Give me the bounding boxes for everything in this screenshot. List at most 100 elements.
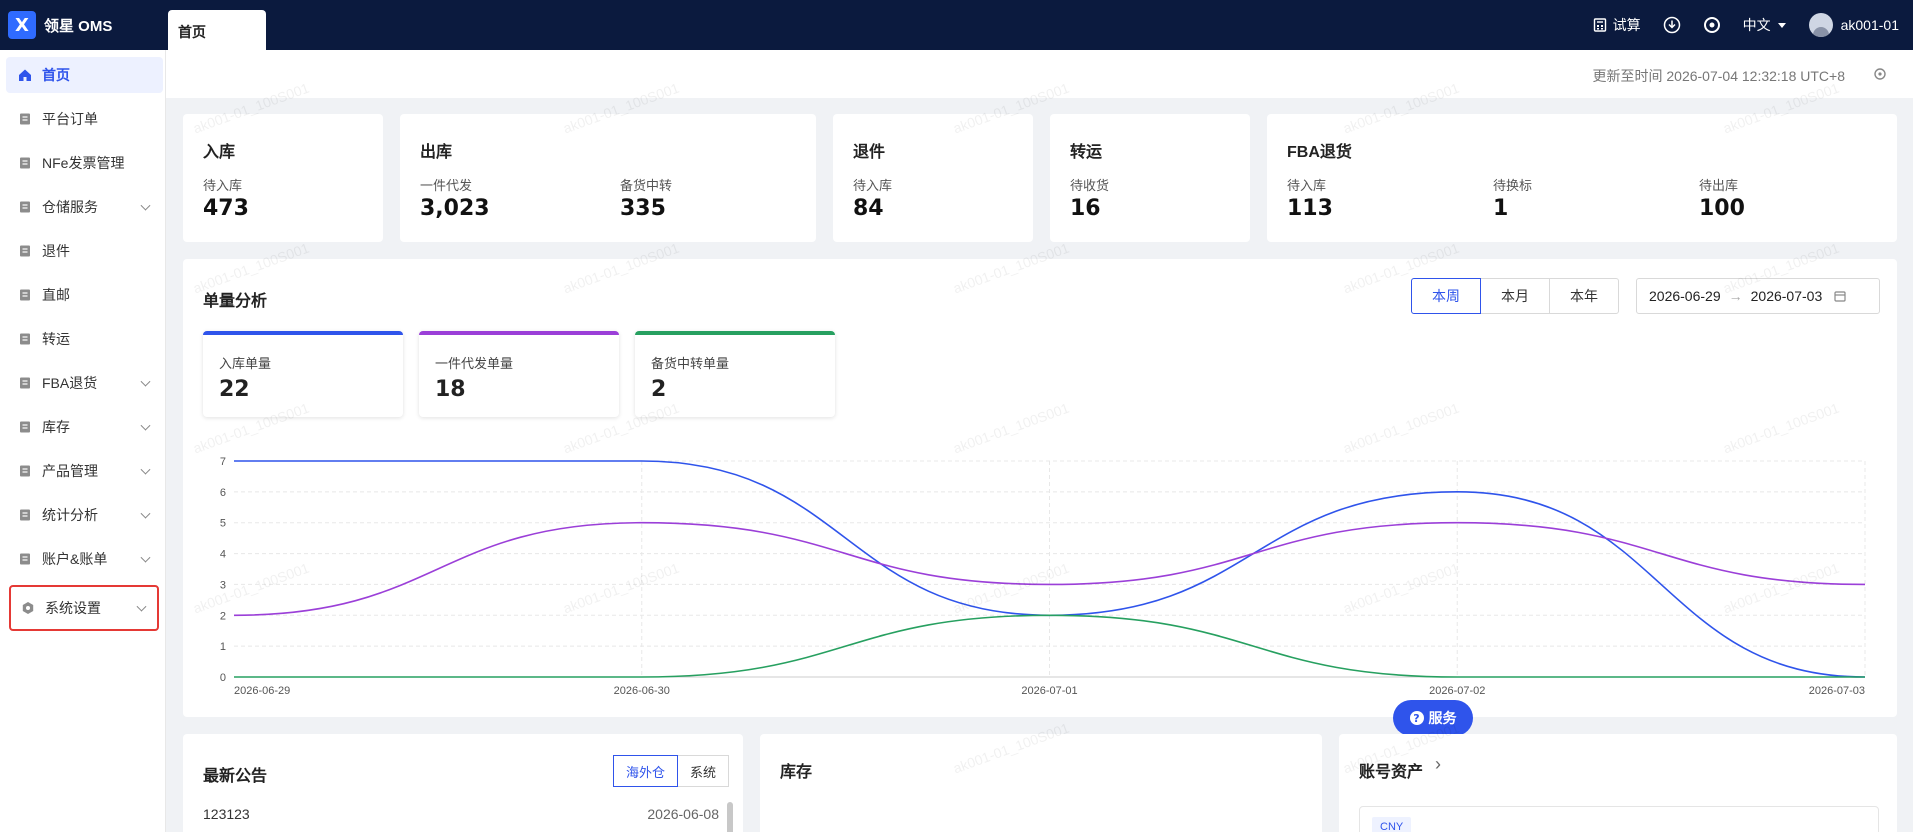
chevron-down-icon bbox=[140, 420, 151, 431]
metric-value: 2 bbox=[651, 377, 667, 402]
sidebar-item-2[interactable]: NFe发票管理 bbox=[6, 145, 163, 181]
sidebar-item-8[interactable]: 库存 bbox=[6, 409, 163, 445]
x-tick-label: 2026-07-01 bbox=[1021, 685, 1077, 697]
trial-label: 试算 bbox=[1612, 17, 1641, 33]
sidebar-item-label: 首页 bbox=[42, 67, 70, 83]
x-tick-label: 2026-06-30 bbox=[614, 685, 670, 697]
stat-value[interactable]: 3,023 bbox=[420, 196, 490, 221]
y-tick-label: 5 bbox=[220, 518, 226, 530]
y-tick-label: 4 bbox=[220, 549, 226, 561]
stat-label: 一件代发 bbox=[420, 178, 473, 193]
metric-value: 18 bbox=[435, 377, 466, 402]
service-label: 服务 bbox=[1428, 710, 1457, 726]
user-menu[interactable]: ak001-01 bbox=[1808, 13, 1899, 37]
announcement-item-title[interactable]: 123123 bbox=[203, 806, 250, 822]
announcement-tab-0[interactable]: 海外仓 bbox=[613, 755, 679, 787]
announcement-item-date: 2026-06-08 bbox=[647, 806, 719, 822]
sidebar-item-3[interactable]: 仓储服务 bbox=[6, 189, 163, 225]
order-volume-chart: 0 1 2 3 4 5 6 7 2026-06-29 2026-06-30 2026-07-01 20… bbox=[220, 456, 1866, 697]
metric-card-1[interactable]: 一件代发单量 18 bbox=[419, 331, 619, 417]
sidebar-item-label: 账户&账单 bbox=[42, 551, 108, 567]
x-tick-label: 2026-07-02 bbox=[1429, 685, 1485, 697]
stat-label: 备货中转 bbox=[620, 178, 673, 193]
stat-card-outbound: 出库 一件代发 3,023 备货中转 335 bbox=[400, 114, 816, 242]
sidebar-item-0[interactable]: 首页 bbox=[6, 57, 163, 93]
y-tick-label: 3 bbox=[220, 579, 226, 591]
chevron-down-icon bbox=[140, 376, 151, 387]
stat-title: 退件 bbox=[853, 144, 886, 161]
stat-label: 待入库 bbox=[853, 178, 893, 193]
download-button[interactable] bbox=[1663, 16, 1681, 34]
sidebar-item-9[interactable]: 产品管理 bbox=[6, 453, 163, 489]
transfer-icon bbox=[18, 332, 32, 346]
metric-card-2[interactable]: 备货中转单量 2 bbox=[635, 331, 835, 417]
top-bar: X 领星 OMS 首页 试算 中文 ak001-01 bbox=[0, 0, 1913, 50]
sidebar-item-12[interactable]: 系统设置 bbox=[9, 585, 159, 631]
tab-home[interactable]: 首页 bbox=[168, 10, 266, 50]
stat-label: 待收货 bbox=[1070, 178, 1110, 193]
analysis-title: 单量分析 bbox=[203, 293, 268, 310]
stat-value[interactable]: 473 bbox=[203, 196, 249, 221]
home-icon bbox=[18, 68, 32, 82]
chevron-right-icon[interactable]: › bbox=[1435, 754, 1441, 775]
fba-return-icon bbox=[18, 376, 32, 390]
refresh-icon[interactable] bbox=[1873, 67, 1887, 81]
stat-value[interactable]: 16 bbox=[1070, 196, 1101, 221]
calculator-icon bbox=[1593, 18, 1606, 32]
stat-title: FBA退货 bbox=[1287, 144, 1352, 161]
period-tab-0[interactable]: 本周 bbox=[1411, 278, 1481, 314]
x-tick-label: 2026-07-03 bbox=[1809, 685, 1865, 697]
announcement-tabs: 海外仓 系统 bbox=[613, 755, 730, 787]
assets-title[interactable]: 账号资产 bbox=[1359, 758, 1423, 782]
stat-value[interactable]: 84 bbox=[853, 196, 884, 221]
stat-value[interactable]: 335 bbox=[620, 196, 666, 221]
sidebar-item-4[interactable]: 退件 bbox=[6, 233, 163, 269]
stat-label: 待出库 bbox=[1699, 178, 1739, 193]
stat-title: 转运 bbox=[1070, 144, 1103, 161]
sidebar-item-7[interactable]: FBA退货 bbox=[6, 365, 163, 401]
y-tick-label: 0 bbox=[220, 672, 226, 684]
language-label: 中文 bbox=[1742, 17, 1771, 33]
settings-button[interactable] bbox=[1703, 16, 1721, 34]
stat-card-inbound: 入库 待入库 473 bbox=[183, 114, 383, 242]
invoice-icon bbox=[18, 156, 32, 170]
stat-value[interactable]: 100 bbox=[1699, 196, 1745, 221]
chevron-down-icon bbox=[140, 552, 151, 563]
inventory-icon bbox=[18, 420, 32, 434]
language-select[interactable]: 中文 bbox=[1743, 15, 1787, 35]
period-tab-2[interactable]: 本年 bbox=[1549, 278, 1619, 314]
sidebar-item-label: FBA退货 bbox=[42, 375, 98, 391]
metric-card-0[interactable]: 入库单量 22 bbox=[203, 331, 403, 417]
sidebar-item-label: NFe发票管理 bbox=[42, 155, 125, 171]
y-tick-label: 1 bbox=[220, 641, 226, 653]
sidebar-item-10[interactable]: 统计分析 bbox=[6, 497, 163, 533]
announcement-tab-1[interactable]: 系统 bbox=[677, 755, 730, 787]
warehouse-service-icon bbox=[18, 200, 32, 214]
chevron-down-icon bbox=[140, 464, 151, 475]
sidebar-item-label: 转运 bbox=[42, 331, 70, 347]
sidebar: 首页平台订单 NFe发票管理仓储服务退件直邮转运 FBA退货库存产品管理统计分析账户… bbox=[0, 50, 166, 832]
service-button[interactable]: ? 服务 bbox=[1393, 700, 1473, 736]
metric-value: 22 bbox=[219, 377, 250, 402]
update-time: 更新至时间 2026-07-04 12:32:18 UTC+8 bbox=[1592, 68, 1845, 84]
settings-icon bbox=[21, 601, 35, 615]
chevron-down-icon bbox=[140, 508, 151, 519]
stat-card-returns: 退件 待入库 84 bbox=[833, 114, 1033, 242]
statistics-icon bbox=[18, 508, 32, 522]
period-tab-1[interactable]: 本月 bbox=[1480, 278, 1550, 314]
arrow-right-icon: → bbox=[1728, 288, 1743, 304]
currency-badge: CNY bbox=[1372, 817, 1412, 832]
date-range-picker[interactable]: 2026-06-29 → 2026-07-03 bbox=[1636, 278, 1880, 314]
trial-button[interactable]: 试算 bbox=[1593, 15, 1641, 35]
stat-value[interactable]: 1 bbox=[1493, 196, 1508, 221]
sidebar-item-1[interactable]: 平台订单 bbox=[6, 101, 163, 137]
update-bar: 更新至时间 2026-07-04 12:32:18 UTC+8 bbox=[166, 50, 1913, 98]
brand-name: 领星 OMS bbox=[44, 17, 113, 35]
sidebar-item-11[interactable]: 账户&账单 bbox=[6, 541, 163, 577]
sidebar-item-label: 库存 bbox=[42, 419, 70, 435]
brand[interactable]: X 领星 OMS bbox=[8, 11, 112, 39]
scrollbar[interactable] bbox=[727, 802, 733, 832]
sidebar-item-5[interactable]: 直邮 bbox=[6, 277, 163, 313]
stat-value[interactable]: 113 bbox=[1287, 196, 1333, 221]
sidebar-item-6[interactable]: 转运 bbox=[6, 321, 163, 357]
